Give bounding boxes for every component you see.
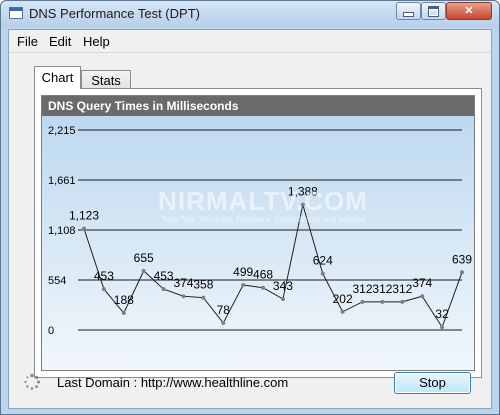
data-label: 374 xyxy=(412,276,432,290)
app-icon xyxy=(9,7,23,19)
y-tick-label: 2,215 xyxy=(48,125,76,137)
y-tick-label: 554 xyxy=(48,275,66,287)
minimize-icon xyxy=(403,12,414,17)
y-tick-label: 0 xyxy=(48,325,54,337)
data-label: 655 xyxy=(134,251,154,265)
data-point xyxy=(400,299,405,304)
data-label: 343 xyxy=(273,279,293,293)
data-point xyxy=(320,271,325,276)
data-label: 468 xyxy=(253,268,273,282)
data-point xyxy=(121,311,126,316)
title-bar[interactable]: DNS Performance Test (DPT) ✕ xyxy=(1,1,499,27)
minimize-button[interactable] xyxy=(396,2,421,20)
data-point xyxy=(241,282,246,287)
app-window: DNS Performance Test (DPT) ✕ File Edit H… xyxy=(0,0,500,415)
menu-bar: File Edit Help xyxy=(9,30,491,53)
data-point xyxy=(101,287,106,292)
data-label: 312 xyxy=(372,282,392,296)
menu-help[interactable]: Help xyxy=(83,34,110,49)
last-domain-label: Last Domain : http://www.healthline.com xyxy=(57,375,289,390)
data-label: 1,388 xyxy=(288,185,318,199)
data-point xyxy=(141,268,146,273)
data-point xyxy=(340,309,345,314)
loading-spinner-icon xyxy=(24,373,40,390)
chart-area: DNS Query Times in Milliseconds 0 554 1,10… xyxy=(41,95,475,371)
data-point xyxy=(161,287,166,292)
data-label: 453 xyxy=(94,269,114,283)
data-point xyxy=(360,299,365,304)
tab-stats[interactable]: Stats xyxy=(81,70,131,89)
data-label: 453 xyxy=(154,269,174,283)
data-point xyxy=(380,299,385,304)
window-title: DNS Performance Test (DPT) xyxy=(29,6,200,21)
data-label: 639 xyxy=(452,252,472,266)
menu-edit[interactable]: Edit xyxy=(49,34,71,49)
data-label: 358 xyxy=(193,278,213,292)
data-label: 1,123 xyxy=(69,209,99,223)
chart-header: DNS Query Times in Milliseconds xyxy=(42,96,474,116)
data-point xyxy=(201,295,206,300)
client-area: File Edit Help Chart Stats DNS Query Tim… xyxy=(8,29,492,409)
close-button[interactable]: ✕ xyxy=(446,2,492,20)
data-point xyxy=(181,294,186,299)
chart-tab-panel: DNS Query Times in Milliseconds 0 554 1,10… xyxy=(34,88,482,378)
data-label: 78 xyxy=(217,303,231,317)
series-line xyxy=(83,204,463,329)
data-label: 374 xyxy=(173,276,193,290)
maximize-icon xyxy=(428,6,439,17)
data-point xyxy=(300,202,305,207)
data-label: 499 xyxy=(233,265,253,279)
menu-file[interactable]: File xyxy=(17,34,38,49)
data-point xyxy=(460,270,464,275)
data-label: 312 xyxy=(392,282,412,296)
data-point xyxy=(440,325,445,330)
chart-title: DNS Query Times in Milliseconds xyxy=(48,99,239,113)
data-label: 32 xyxy=(435,307,449,321)
data-point xyxy=(221,320,226,325)
data-point xyxy=(261,285,266,290)
data-label: 312 xyxy=(353,282,373,296)
y-tick-label: 1,108 xyxy=(48,225,76,237)
data-label: 624 xyxy=(313,254,333,268)
data-point xyxy=(280,297,285,302)
maximize-button[interactable] xyxy=(421,2,446,20)
tab-chart[interactable]: Chart xyxy=(34,66,81,89)
y-tick-label: 1,661 xyxy=(48,175,76,187)
data-label: 188 xyxy=(114,293,134,307)
data-point xyxy=(82,226,86,231)
data-point xyxy=(420,294,425,299)
stop-button[interactable]: Stop xyxy=(394,372,471,394)
data-label: 202 xyxy=(333,292,353,306)
dns-query-line-chart: 05541,1081,6612,2151,123453188655453374 3… xyxy=(48,125,472,337)
close-icon: ✕ xyxy=(464,5,474,17)
